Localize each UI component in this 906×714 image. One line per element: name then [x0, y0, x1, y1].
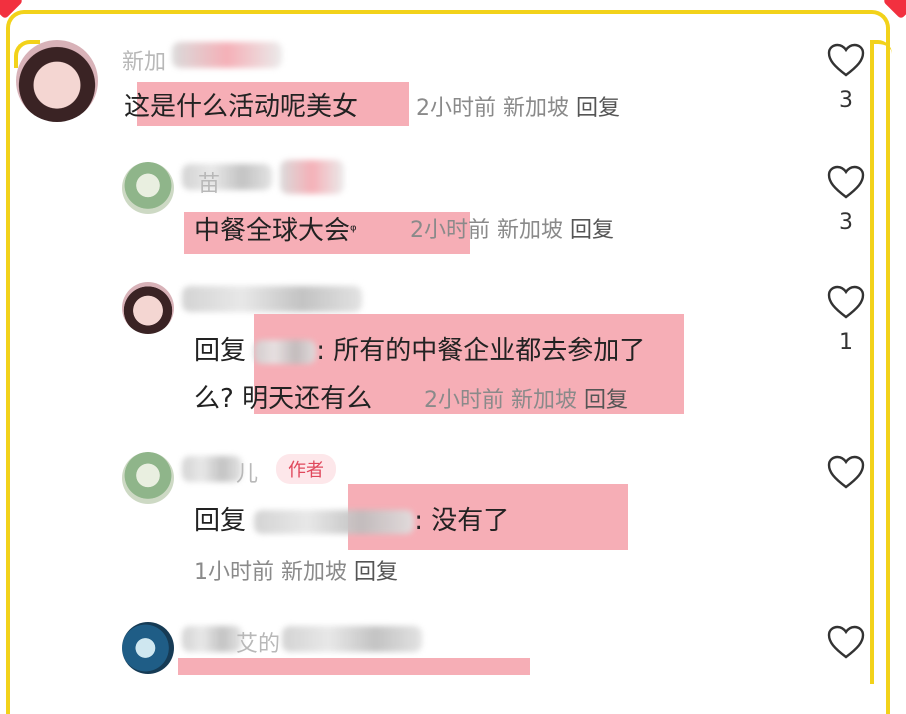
reply-button[interactable]: 回复 [584, 388, 628, 413]
search-hint-icon: ᵠ [350, 221, 357, 240]
avatar[interactable] [16, 40, 98, 122]
comment-meta: 2小时前 新加坡 回复 [416, 94, 620, 124]
username[interactable]: 新加 [122, 44, 166, 76]
heart-outline-icon [827, 455, 865, 489]
comment-location: 新加坡 [281, 560, 348, 585]
comment-text-line1: 回复 : 所有的中餐企业都去参加了 [194, 336, 646, 366]
heart-outline-icon [827, 165, 865, 199]
username[interactable]: 儿 [236, 456, 258, 488]
avatar[interactable] [122, 452, 174, 504]
username-blur [182, 626, 242, 652]
like-button[interactable] [816, 454, 876, 500]
comment-location: 新加坡 [503, 96, 570, 121]
comment-text-line2: 么? 明天还有么 [194, 384, 373, 414]
avatar[interactable] [122, 162, 174, 214]
like-count: 3 [839, 88, 853, 113]
username-blur [172, 42, 282, 68]
reply-button[interactable]: 回复 [576, 96, 620, 121]
username-blur [182, 286, 362, 312]
comment-time: 1小时前 [194, 560, 274, 585]
comment-location: 新加坡 [497, 218, 564, 243]
username-blur [282, 626, 422, 652]
like-button[interactable] [816, 624, 876, 660]
avatar[interactable] [122, 282, 174, 334]
comment-meta: 1小时前 新加坡 回复 [194, 558, 398, 588]
reply-button[interactable]: 回复 [570, 218, 614, 243]
like-button[interactable]: 1 [816, 284, 876, 355]
like-count: 1 [839, 330, 853, 355]
comment-text: 中餐全球大会ᵠ [194, 216, 357, 246]
username-blur [280, 160, 344, 194]
mention-blur [254, 509, 415, 534]
comment-time: 2小时前 [410, 218, 490, 243]
username[interactable]: 苗 [198, 166, 220, 198]
like-button[interactable]: 3 [816, 42, 876, 113]
heart-outline-icon [827, 285, 865, 319]
corner-heart-icon [0, 0, 24, 20]
username-blur [182, 164, 272, 190]
comment-time: 2小时前 [416, 96, 496, 121]
reply-button[interactable]: 回复 [354, 560, 398, 585]
corner-heart-icon [882, 0, 906, 20]
comment-location: 新加坡 [511, 388, 578, 413]
avatar[interactable] [122, 622, 174, 674]
comment-text: 回复 : 没有了 [194, 506, 510, 536]
username[interactable]: 艾的 [236, 626, 280, 658]
author-badge: 作者 [276, 454, 336, 484]
comment-time: 2小时前 [424, 388, 504, 413]
username-blur [182, 456, 242, 482]
mention-blur [254, 339, 317, 364]
decorative-frame-right [870, 40, 892, 684]
comment-meta: 2小时前 新加坡 回复 [410, 216, 614, 246]
comment-meta: 2小时前 新加坡 回复 [424, 386, 628, 416]
like-count: 3 [839, 210, 853, 235]
like-button[interactable]: 3 [816, 164, 876, 235]
comment-text: 这是什么活动呢美女 [124, 92, 359, 122]
highlight [178, 658, 530, 675]
heart-outline-icon [827, 625, 865, 659]
heart-outline-icon [827, 43, 865, 77]
